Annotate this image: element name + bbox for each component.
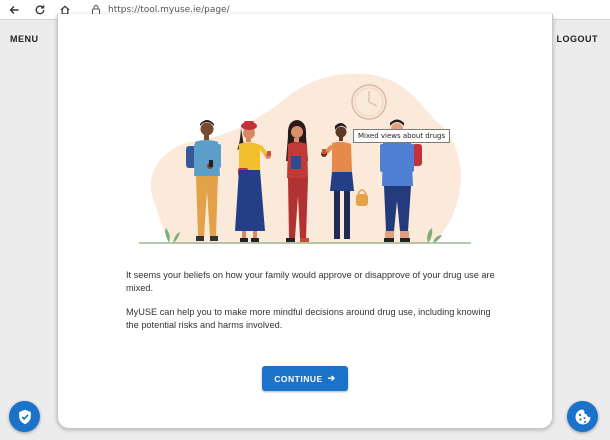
cookie-settings-button[interactable] (567, 401, 598, 432)
arrow-right-icon: ➔ (327, 373, 336, 383)
cookie-icon (575, 409, 590, 424)
shield-check-icon (18, 409, 31, 424)
menu-link[interactable]: MENU (10, 34, 39, 44)
back-arrow-icon[interactable] (6, 2, 22, 18)
reload-icon[interactable] (32, 2, 48, 18)
continue-button[interactable]: CONTINUE ➔ (262, 366, 348, 391)
family-illustration (139, 73, 471, 244)
logout-link[interactable]: LOGOUT (557, 34, 599, 44)
content-card: Mixed views about drugs It seems your be… (57, 14, 553, 429)
result-paragraph: It seems your beliefs on how your family… (126, 270, 495, 293)
shield-check-button[interactable] (9, 401, 40, 432)
illustration-tooltip: Mixed views about drugs (353, 129, 451, 143)
continue-button-label: CONTINUE (274, 373, 323, 384)
info-paragraph: MyUSE can help you to make more mindful … (126, 307, 491, 330)
